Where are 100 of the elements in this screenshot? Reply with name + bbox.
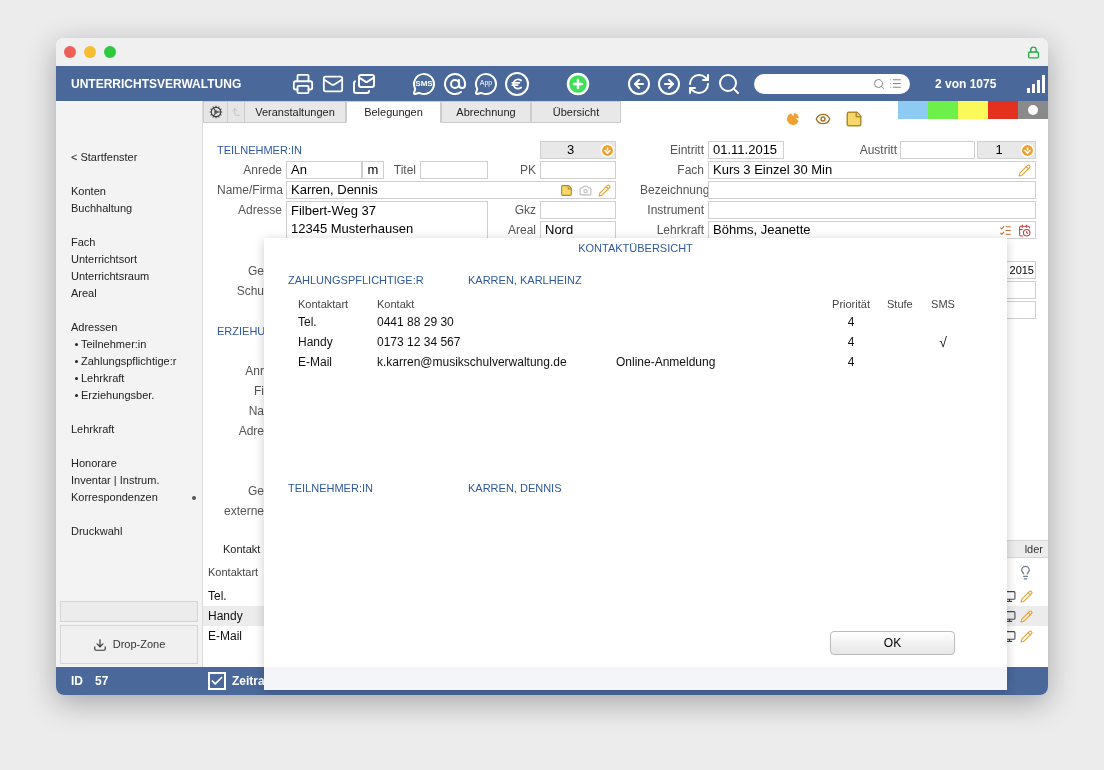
table-cell-text: 4	[846, 314, 856, 331]
color-tag[interactable]	[1018, 101, 1048, 119]
section-title: ERZIEHU	[217, 323, 266, 339]
column-header: Priorität	[831, 296, 871, 312]
check-mark: √	[939, 333, 947, 350]
ok-button[interactable]: OK	[830, 631, 955, 655]
gkz-field[interactable]	[540, 201, 616, 219]
camera-icon[interactable]	[579, 183, 592, 197]
teacher-field[interactable]: Böhms, Jeanette	[708, 221, 1036, 239]
refresh-icon	[687, 71, 711, 96]
pencil-icon[interactable]	[1018, 163, 1031, 177]
pencil-icon[interactable]	[598, 183, 611, 197]
arrow-down-icon[interactable]	[600, 142, 615, 158]
lightbulb-icon[interactable]	[1018, 564, 1033, 580]
sidebar-item[interactable]: Zahlungspflichtige:r	[81, 353, 177, 370]
check-icon	[210, 674, 224, 688]
column-header: Kontakt	[377, 296, 416, 312]
instrument-field[interactable]	[708, 201, 1036, 219]
entry-date-field[interactable]: 01.11.2015	[708, 141, 784, 159]
tab[interactable]: Belegungen	[346, 101, 441, 123]
settings-button[interactable]	[203, 101, 228, 123]
arrow-left-icon	[627, 71, 651, 96]
color-tag[interactable]	[958, 101, 988, 119]
app-title: UNTERRICHTSVERWALTUNG	[71, 75, 243, 93]
euro-button[interactable]	[505, 71, 529, 96]
note-icon[interactable]	[845, 110, 863, 128]
sidebar-item[interactable]: Areal	[71, 285, 97, 302]
sidebar-item[interactable]: Lehrkraft	[81, 370, 125, 387]
note-icon[interactable]	[560, 183, 573, 197]
field-label: Na	[247, 403, 264, 420]
color-tag[interactable]	[928, 101, 958, 119]
sidebar-item[interactable]: Fach	[71, 234, 96, 251]
find-button[interactable]	[717, 71, 741, 96]
sidebar-item[interactable]: Teilnehmer:in	[81, 336, 147, 353]
sidebar-item[interactable]: Lehrkraft	[71, 421, 115, 438]
sms-button[interactable]: SMS	[412, 71, 436, 96]
address-field[interactable]: Filbert-Weg 37 12345 Musterhausen	[286, 201, 488, 241]
list-icon[interactable]	[999, 223, 1012, 237]
period-checkbox[interactable]	[208, 672, 226, 690]
sidebar-item[interactable]: Honorare	[71, 455, 117, 472]
sidebar-item[interactable]: Korrespondenzen	[71, 489, 158, 506]
add-button[interactable]	[566, 71, 590, 96]
field-label: Adre	[237, 423, 264, 440]
table-cell-text: E-Mail	[208, 628, 242, 645]
sidebar-item[interactable]: Erziehungsber.	[81, 387, 155, 404]
bullet-icon	[75, 377, 78, 380]
sidebar-item[interactable]: Konten	[71, 183, 106, 200]
exit-date-field[interactable]	[900, 141, 975, 159]
sidebar-item[interactable]: Unterrichtsort	[71, 251, 138, 268]
counter-field[interactable]: 3	[540, 141, 616, 159]
gender-field[interactable]: m	[362, 161, 384, 179]
forward-button[interactable]	[657, 71, 681, 96]
mass-mail-button[interactable]	[352, 71, 376, 96]
counter-field[interactable]: 1	[977, 141, 1036, 159]
title-field[interactable]	[420, 161, 488, 179]
pie-chart-icon[interactable]	[785, 111, 801, 127]
calendar-icon[interactable]	[1018, 223, 1031, 237]
zoom-button[interactable]	[104, 46, 116, 58]
tab[interactable]: Veranstaltungen	[244, 101, 346, 123]
sidebar-item[interactable]: Buchhaltung	[71, 200, 133, 217]
area-field[interactable]: Nord	[540, 221, 616, 239]
record-counter: 2 von 1075	[935, 75, 997, 93]
sidebar-item[interactable]: Unterrichtsraum	[71, 268, 150, 285]
field-label: Fach	[676, 162, 704, 179]
drop-zone[interactable]: Drop-Zone	[60, 625, 198, 664]
salutation-field[interactable]: An	[286, 161, 362, 179]
name-field[interactable]: Karren, Dennis	[286, 181, 616, 199]
back-button[interactable]	[627, 71, 651, 96]
field-label: Adresse	[236, 202, 282, 219]
refresh-button[interactable]	[687, 71, 711, 96]
sidebar-item[interactable]: Druckwahl	[71, 523, 123, 540]
plus-icon	[566, 71, 590, 96]
field-label: Name/Firma	[217, 182, 282, 199]
pk-field[interactable]	[540, 161, 616, 179]
field-label: Austritt	[858, 142, 897, 159]
subject-field[interactable]: Kurs 3 Einzel 30 Min	[708, 161, 1036, 179]
color-tag[interactable]	[898, 101, 928, 119]
field-label: Areal	[507, 222, 536, 239]
sidebar-item[interactable]: < Startfenster	[71, 149, 138, 166]
arrow-down-icon[interactable]	[1020, 142, 1035, 158]
sidebar-item[interactable]: Adressen	[71, 319, 118, 336]
table-cell-text: 4	[846, 334, 856, 351]
bullet-icon	[75, 394, 78, 397]
signal-icon	[1027, 74, 1046, 93]
color-tag[interactable]	[988, 101, 1018, 119]
sidebar-item[interactable]: Inventar | Instrum.	[71, 472, 160, 489]
table-cell-text: Tel.	[208, 588, 227, 605]
search-icon	[873, 77, 885, 90]
eye-icon[interactable]	[815, 111, 831, 127]
designation-field[interactable]	[708, 181, 1036, 199]
close-button[interactable]	[64, 46, 76, 58]
tab[interactable]: Abrechnung	[441, 101, 531, 123]
email-button[interactable]	[443, 71, 467, 96]
id-value: 57	[95, 673, 110, 690]
field-label: Anrede	[242, 162, 282, 179]
tab[interactable]: Übersicht	[531, 101, 621, 123]
print-button[interactable]	[292, 72, 314, 95]
search-field[interactable]	[754, 73, 910, 94]
tab[interactable]: lder	[1024, 540, 1048, 558]
table-cell-text: Handy	[298, 334, 334, 351]
